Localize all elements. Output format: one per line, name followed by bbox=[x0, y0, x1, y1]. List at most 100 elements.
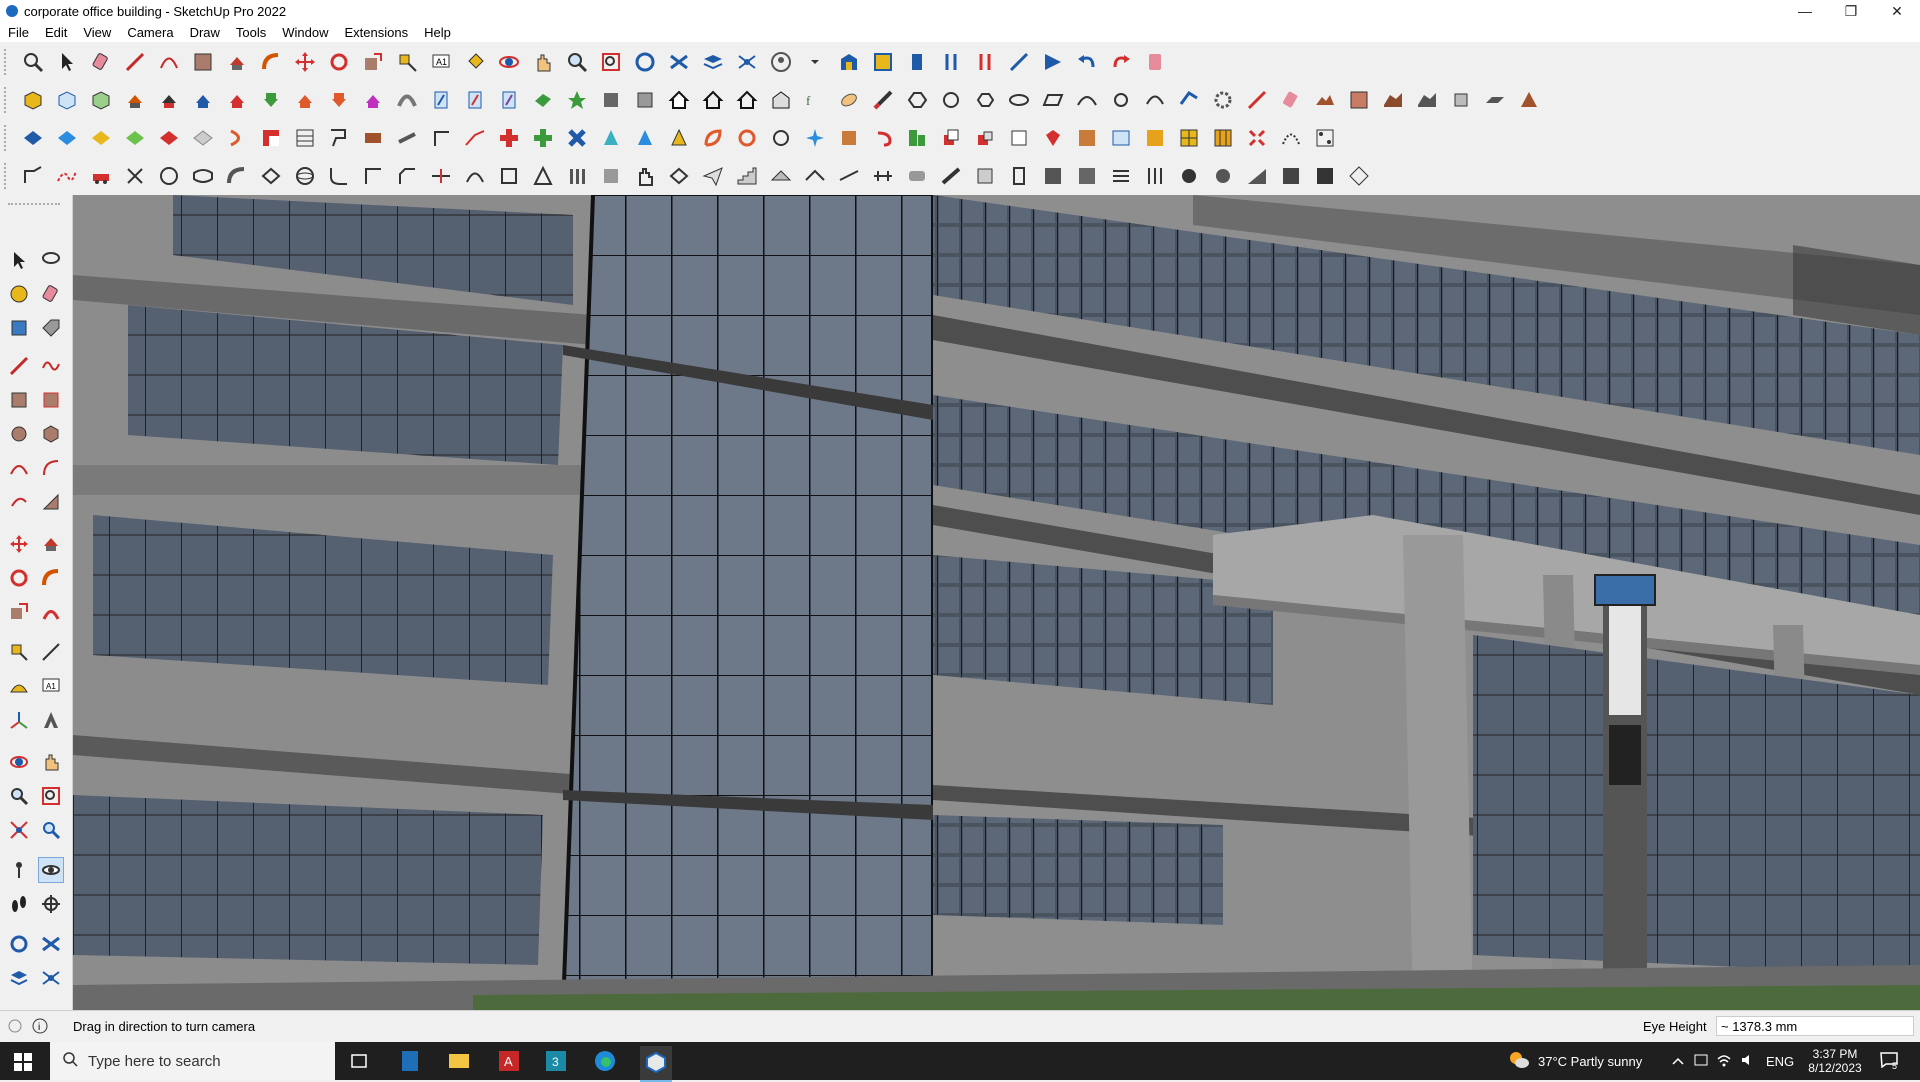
task-view-icon[interactable] bbox=[350, 1052, 368, 1073]
tape-measure-icon[interactable] bbox=[6, 639, 32, 665]
wall-icon[interactable] bbox=[938, 163, 964, 189]
triangle-icon[interactable] bbox=[530, 163, 556, 189]
page-blue-icon[interactable] bbox=[428, 87, 454, 113]
menu-view[interactable]: View bbox=[75, 25, 119, 40]
stamp-icon[interactable] bbox=[1448, 87, 1474, 113]
wall-icon[interactable] bbox=[972, 163, 998, 189]
siding-icon[interactable] bbox=[1108, 163, 1134, 189]
zoom-extents-icon[interactable] bbox=[6, 817, 32, 843]
text-tool-icon[interactable]: A1 bbox=[38, 673, 64, 699]
meet-now-icon[interactable] bbox=[1694, 1053, 1708, 1070]
notifications-button[interactable]: 5 bbox=[1880, 1042, 1898, 1080]
red-plane-icon[interactable] bbox=[156, 125, 182, 151]
language-indicator[interactable]: ENG bbox=[1766, 1054, 1794, 1069]
menu-draw[interactable]: Draw bbox=[182, 25, 228, 40]
menu-help[interactable]: Help bbox=[416, 25, 459, 40]
solid-box-icon[interactable] bbox=[20, 87, 46, 113]
grid-flower-icon[interactable] bbox=[1074, 125, 1100, 151]
axis-green-icon[interactable] bbox=[258, 87, 284, 113]
hatch-grid-icon[interactable] bbox=[1074, 163, 1100, 189]
gray-plane-icon[interactable] bbox=[190, 125, 216, 151]
volume-icon[interactable] bbox=[1740, 1053, 1756, 1070]
green-face-icon[interactable] bbox=[530, 87, 556, 113]
star-burst-icon[interactable] bbox=[1210, 163, 1236, 189]
export-icon[interactable] bbox=[972, 49, 998, 75]
chevron-down-icon[interactable] bbox=[802, 49, 828, 75]
column-icon[interactable] bbox=[564, 163, 590, 189]
previous-view-icon[interactable] bbox=[38, 817, 64, 843]
axes-tool-icon[interactable] bbox=[6, 707, 32, 733]
pie-tool-icon[interactable] bbox=[38, 489, 64, 515]
green-cross-icon[interactable] bbox=[530, 125, 556, 151]
offset-tool-icon[interactable] bbox=[38, 599, 64, 625]
axis-magenta-icon[interactable] bbox=[360, 87, 386, 113]
extension-warehouse-icon[interactable] bbox=[870, 49, 896, 75]
move-tool-icon[interactable] bbox=[292, 49, 318, 75]
undo-red-icon[interactable] bbox=[870, 125, 896, 151]
ellipse-icon[interactable] bbox=[1006, 87, 1032, 113]
wifi-icon[interactable] bbox=[1716, 1053, 1732, 1070]
two-point-arc-icon[interactable] bbox=[38, 455, 64, 481]
geo-location-icon[interactable] bbox=[8, 1019, 22, 1036]
slope-icon[interactable] bbox=[1244, 163, 1270, 189]
curve-icon[interactable] bbox=[1074, 87, 1100, 113]
warehouse-icon[interactable] bbox=[836, 49, 862, 75]
cube-stack-icon[interactable] bbox=[632, 87, 658, 113]
parallelogram-icon[interactable] bbox=[1040, 87, 1066, 113]
scale-tool-icon[interactable] bbox=[360, 49, 386, 75]
explode-icon[interactable] bbox=[1244, 125, 1270, 151]
calculator-app-icon[interactable] bbox=[400, 1050, 420, 1075]
page-red-icon[interactable] bbox=[462, 87, 488, 113]
pencil-icon[interactable] bbox=[870, 87, 896, 113]
gear-wheel-icon[interactable] bbox=[1176, 163, 1202, 189]
clock[interactable]: 3:37 PM 8/12/2023 bbox=[1800, 1042, 1870, 1080]
redo-icon[interactable] bbox=[1108, 49, 1134, 75]
push-pull-icon[interactable] bbox=[122, 87, 148, 113]
move-copy-icon[interactable] bbox=[972, 125, 998, 151]
house-icon[interactable] bbox=[666, 87, 692, 113]
fence-icon[interactable] bbox=[1142, 163, 1168, 189]
blue-plane-icon[interactable] bbox=[54, 125, 80, 151]
zoom-window-icon[interactable] bbox=[38, 783, 64, 809]
polygon-icon[interactable] bbox=[904, 87, 930, 113]
corner-icon[interactable] bbox=[428, 125, 454, 151]
blue-x-icon[interactable] bbox=[564, 125, 590, 151]
red-cross-icon[interactable] bbox=[496, 125, 522, 151]
paint-bucket-icon[interactable] bbox=[462, 49, 488, 75]
component-box-icon[interactable] bbox=[1006, 125, 1032, 151]
undo-icon[interactable] bbox=[1074, 49, 1100, 75]
green-star-icon[interactable] bbox=[564, 87, 590, 113]
axis-orange-icon[interactable] bbox=[292, 87, 318, 113]
polyline-icon[interactable] bbox=[20, 163, 46, 189]
window-grid-icon[interactable] bbox=[1210, 125, 1236, 151]
flip-edge-icon[interactable] bbox=[1516, 87, 1542, 113]
maximize-button[interactable]: ❐ bbox=[1828, 0, 1874, 22]
rafter-icon[interactable] bbox=[802, 163, 828, 189]
cube-stack-icon[interactable] bbox=[598, 87, 624, 113]
rectangle-tool-icon[interactable] bbox=[6, 387, 32, 413]
chamfer-icon[interactable] bbox=[394, 163, 420, 189]
scale-tool-icon[interactable] bbox=[6, 599, 32, 625]
solid-shell-icon[interactable] bbox=[88, 87, 114, 113]
list-icon[interactable] bbox=[292, 125, 318, 151]
dotted-curve-icon[interactable] bbox=[54, 163, 80, 189]
building-icon[interactable] bbox=[496, 163, 522, 189]
curve-icon[interactable] bbox=[394, 87, 420, 113]
line-tool-icon[interactable] bbox=[6, 353, 32, 379]
follow-me-icon[interactable] bbox=[258, 49, 284, 75]
measurement-input[interactable]: ~ 1378.3 mm bbox=[1716, 1016, 1914, 1036]
autocad-app-icon[interactable]: A bbox=[498, 1050, 520, 1075]
axis-blue-icon[interactable] bbox=[190, 87, 216, 113]
stop-icon[interactable] bbox=[1142, 49, 1168, 75]
sandbox-icon[interactable] bbox=[1414, 87, 1440, 113]
components-icon[interactable] bbox=[632, 49, 658, 75]
import-icon[interactable] bbox=[938, 49, 964, 75]
axis-orange-icon[interactable] bbox=[326, 87, 352, 113]
arc-tool-icon[interactable] bbox=[156, 49, 182, 75]
taskbar-search[interactable]: Type here to search bbox=[50, 1042, 335, 1080]
red-cut-line-icon[interactable] bbox=[428, 163, 454, 189]
orbit-tool-icon[interactable] bbox=[6, 749, 32, 775]
gear-icon[interactable] bbox=[1210, 87, 1236, 113]
pan-tool-icon[interactable] bbox=[530, 49, 556, 75]
rotate-tool-icon[interactable] bbox=[326, 49, 352, 75]
